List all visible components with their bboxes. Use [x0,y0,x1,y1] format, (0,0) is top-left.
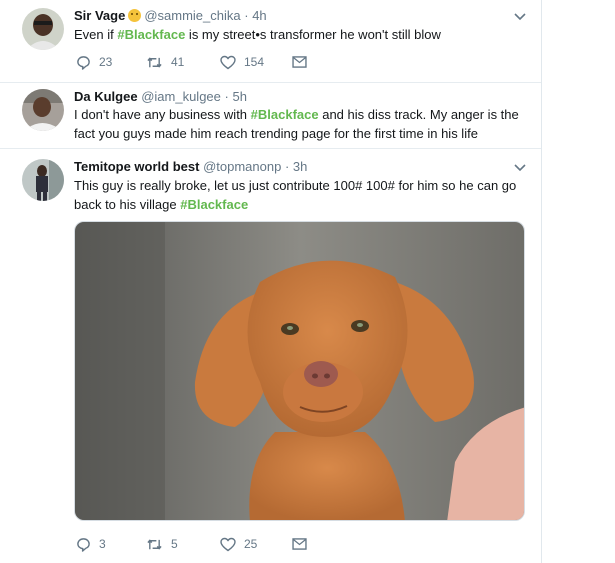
tweet-text: Even if #Blackface is my street•s transf… [74,25,529,44]
retweet-icon [147,57,162,67]
avatar[interactable] [22,159,64,201]
separator-dot: · [244,8,249,23]
smiley-emoji-icon [128,9,142,22]
tweet-sir-vage[interactable]: Sir Vage @sammie_chika · 4h Even if #Blac… [0,0,541,82]
retweet-button[interactable]: 41 [146,52,184,72]
tweet-actions: 23 41 154 [74,52,314,72]
direct-message-button[interactable] [292,52,307,72]
user-handle[interactable]: @iam_kulgee [141,89,221,104]
hashtag-link[interactable]: #Blackface [251,107,319,122]
separator-dot: · [284,159,290,174]
tweet-feed: Sir Vage @sammie_chika · 4h Even if #Blac… [0,0,615,563]
hashtag-link[interactable]: #Blackface [117,27,185,42]
envelope-icon [292,56,307,68]
separator-dot: · [224,89,229,104]
heart-icon [220,55,236,69]
tweet-text-start: I don't have any business with [74,107,251,122]
tweet-text: This guy is really broke, let us just co… [74,176,529,214]
chevron-down-icon[interactable] [514,163,526,173]
heart-icon [220,537,236,551]
reply-count: 3 [99,537,106,551]
avatar[interactable] [22,89,64,131]
envelope-icon [292,538,307,550]
tweet-text-start: Even if [74,27,118,42]
tweet-header: Da Kulgee @iam_kulgee · 5h [74,89,247,104]
timestamp[interactable]: 3h [293,159,307,174]
tweet-actions: 3 5 25 [74,534,314,554]
timestamp[interactable]: 4h [252,8,266,23]
user-handle[interactable]: @topmanonp [203,159,281,174]
retweet-icon [147,539,162,549]
like-count: 25 [244,537,258,551]
reply-count: 23 [99,55,113,69]
reply-icon [77,537,90,552]
display-name[interactable]: Sir Vage [74,8,125,23]
tweet-text-start: This guy is really broke, let us just co… [74,178,517,212]
tweet-text: I don't have any business with #Blackfac… [74,105,529,143]
like-button[interactable]: 154 [220,52,264,72]
avatar[interactable] [22,8,64,50]
reply-button[interactable]: 23 [76,52,112,72]
reply-button[interactable]: 3 [76,534,106,554]
direct-message-button[interactable] [292,534,307,554]
display-name[interactable]: Temitope world best [74,159,199,174]
like-count: 154 [244,55,265,69]
display-name[interactable]: Da Kulgee [74,89,138,104]
tweet-text-end: is my street•s transformer he won't stil… [185,27,441,42]
like-button[interactable]: 25 [220,534,257,554]
timeline-border [541,0,542,563]
retweet-count: 5 [171,537,178,551]
tweet-da-kulgee[interactable]: Da Kulgee @iam_kulgee · 5h I don't have … [0,83,541,148]
chevron-down-icon[interactable] [514,12,526,22]
tweet-header: Temitope world best @topmanonp · 3h [74,159,307,174]
tweet-photo-dog[interactable] [74,221,525,521]
user-handle[interactable]: @sammie_chika [144,8,240,23]
retweet-count: 41 [171,55,185,69]
hashtag-link[interactable]: #Blackface [180,197,248,212]
reply-icon [77,55,90,70]
retweet-button[interactable]: 5 [146,534,178,554]
timestamp[interactable]: 5h [232,89,246,104]
tweet-header: Sir Vage @sammie_chika · 4h [74,8,267,23]
